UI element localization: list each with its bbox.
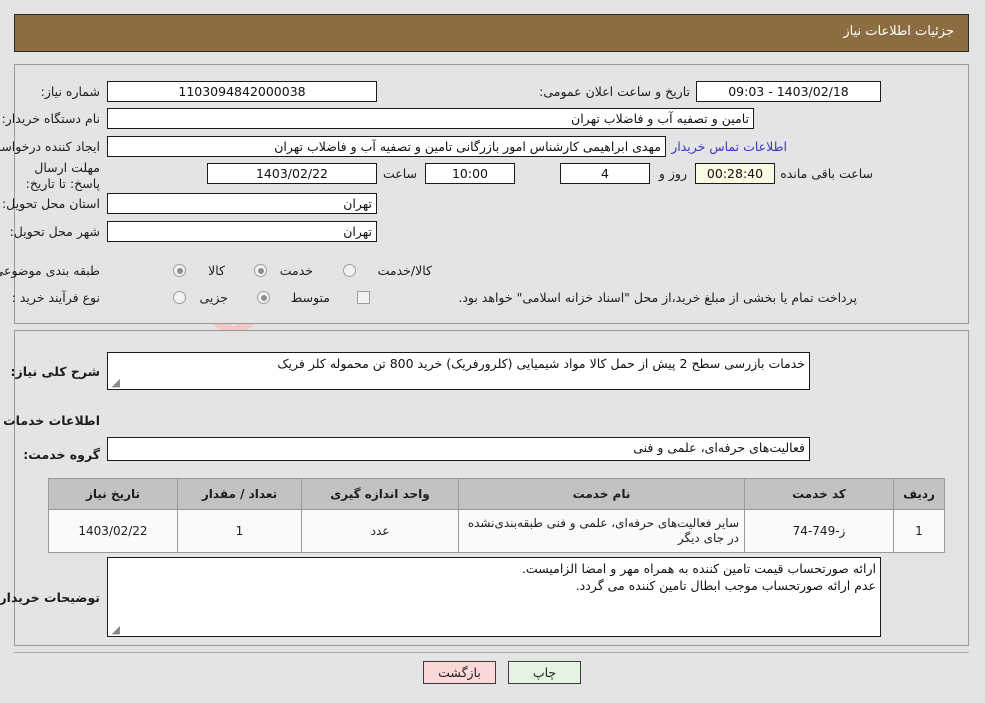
public-announce-label: تاریخ و ساعت اعلان عمومی:: [539, 84, 690, 99]
radio-category-kala-khedmat-label: کالا/خدمت: [377, 263, 432, 278]
delivery-province-value: تهران: [107, 193, 377, 214]
radio-category-kala[interactable]: [173, 264, 186, 277]
radio-process-motavaset[interactable]: [257, 291, 270, 304]
category-label: طبقه بندی موضوعی:: [0, 263, 100, 278]
cell-name: سایر فعالیت‌های حرفه‌ای، علمی و فنی طبقه…: [458, 509, 745, 553]
back-button[interactable]: بازگشت: [423, 661, 496, 684]
service-group-label: گروه خدمت:: [23, 447, 100, 462]
footer-divider: [14, 652, 969, 653]
need-number-label: شماره نیاز:: [40, 84, 100, 99]
buyer-note-line: ارائه صورتحساب قیمت تامین کننده به همراه…: [521, 561, 876, 576]
page-title: جزئیات اطلاعات نیاز: [843, 24, 954, 39]
col-quantity: تعداد / مقدار: [177, 478, 302, 510]
radio-category-khedmat-label: خدمت: [279, 263, 313, 278]
description-textarea[interactable]: خدمات بازرسی سطح 2 پیش از حمل کالا مواد …: [107, 352, 810, 390]
request-creator-value: مهدی ابراهیمی کارشناس امور بازرگانی تامی…: [107, 136, 666, 157]
services-table: ردیف کد خدمت نام خدمت واحد اندازه گیری ت…: [48, 478, 945, 553]
description-text: خدمات بازرسی سطح 2 پیش از حمل کالا مواد …: [277, 356, 805, 371]
buyer-org-value: تامین و تصفیه آب و فاضلاب تهران: [107, 108, 754, 129]
radio-category-khedmat[interactable]: [254, 264, 267, 277]
cell-quantity: 1: [177, 509, 302, 553]
cell-code: ز-749-74: [744, 509, 894, 553]
buyer-notes-textarea[interactable]: ارائه صورتحساب قیمت تامین کننده به همراه…: [107, 557, 881, 637]
deadline-timer-suffix-label: ساعت باقی مانده: [780, 166, 873, 181]
cell-need-date: 1403/02/22: [48, 509, 178, 553]
col-unit: واحد اندازه گیری: [301, 478, 459, 510]
table-row: 1 ز-749-74 سایر فعالیت‌های حرفه‌ای، علمی…: [48, 509, 945, 553]
delivery-city-label: شهر محل تحویل:: [9, 224, 100, 239]
radio-category-kala-label: کالا: [208, 263, 225, 278]
request-creator-label: ایجاد کننده درخواست:: [0, 139, 100, 154]
radio-process-jozei[interactable]: [173, 291, 186, 304]
deadline-hour-label: ساعت: [382, 166, 417, 181]
service-group-value: فعالیت‌های حرفه‌ای، علمی و فنی: [633, 440, 805, 455]
deadline-hour-value: 10:00: [425, 163, 515, 184]
public-announce-value: 1403/02/18 - 09:03: [696, 81, 881, 102]
resize-grip-icon[interactable]: ◢: [110, 377, 120, 388]
radio-category-kala-khedmat[interactable]: [343, 264, 356, 277]
deadline-label: مهلت ارسال پاسخ: تا تاریخ:: [25, 160, 100, 191]
deadline-countdown-timer: 00:28:40: [695, 163, 775, 184]
delivery-city-value: تهران: [107, 221, 377, 242]
buyer-org-label: نام دستگاه خریدار:: [1, 111, 100, 126]
window-title-bar: جزئیات اطلاعات نیاز: [14, 14, 969, 52]
radio-process-jozei-label: جزیی: [199, 290, 228, 305]
checkbox-islamic-treasury-docs-label: پرداخت تمام یا بخشی از مبلغ خرید،از محل …: [458, 290, 857, 305]
col-row: ردیف: [893, 478, 945, 510]
col-name: نام خدمت: [458, 478, 745, 510]
buyer-note-line: عدم ارائه صورتحساب موجب ابطال تامین کنند…: [575, 578, 876, 593]
radio-process-motavaset-label: متوسط: [290, 290, 330, 305]
service-group-value-box: فعالیت‌های حرفه‌ای، علمی و فنی: [107, 437, 810, 461]
col-code: کد خدمت: [744, 478, 894, 510]
deadline-days-value: 4: [560, 163, 650, 184]
resize-grip-icon[interactable]: ◢: [110, 624, 120, 635]
cell-row: 1: [893, 509, 945, 553]
col-need-date: تاریخ نیاز: [48, 478, 178, 510]
cell-unit: عدد: [301, 509, 459, 553]
buyer-notes-label: توضیحات خریدار:: [0, 590, 100, 605]
services-section-heading: اطلاعات خدمات مورد نیاز: [0, 413, 100, 428]
purchase-process-label: نوع فرآیند خرید :: [11, 290, 100, 305]
need-number-value: 1103094842000038: [107, 81, 377, 102]
checkbox-islamic-treasury-docs[interactable]: [357, 291, 370, 304]
table-header-row: ردیف کد خدمت نام خدمت واحد اندازه گیری ت…: [48, 478, 945, 510]
description-label: شرح کلی نیاز:: [10, 364, 100, 379]
print-button[interactable]: چاپ: [508, 661, 581, 684]
buyer-contact-link[interactable]: اطلاعات تماس خریدار: [671, 139, 787, 154]
page-root: AriaTender.net جزئیات اطلاعات نیاز شماره…: [0, 0, 985, 703]
delivery-province-label: استان محل تحویل:: [1, 196, 100, 211]
deadline-days-separator-label: روز و: [658, 166, 687, 181]
deadline-date-value: 1403/02/22: [207, 163, 377, 184]
